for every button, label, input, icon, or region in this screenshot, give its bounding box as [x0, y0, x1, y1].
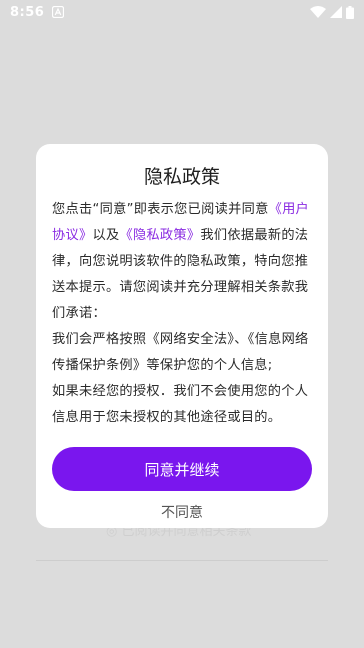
dialog-body: 您点击“同意”即表示您已阅读并同意《用户协议》以及《隐私政策》我们依据最新的法律… — [52, 197, 312, 431]
intro-text-1: 您点击“同意”即表示您已阅读并同意 — [52, 202, 269, 217]
status-time: 8:56 — [10, 4, 45, 20]
intro-paragraph: 您点击“同意”即表示您已阅读并同意《用户协议》以及《隐私政策》我们依据最新的法律… — [52, 197, 312, 327]
dialog-title: 隐私政策 — [143, 166, 220, 188]
commitment-2: 如果未经您的授权．我们不会使用您的个人信息用于您未授权的其他途径或目的。 — [52, 384, 309, 425]
wifi-icon — [310, 6, 326, 18]
status-bar: 8:56 — [0, 0, 364, 24]
intro-text-2: 以及 — [92, 228, 120, 243]
privacy-dialog: 隐私政策 您点击“同意”即表示您已阅读并同意《用户协议》以及《隐私政策》我们依据… — [36, 144, 328, 528]
commitment-1: 我们会严格按照《网络安全法》、《信息网络传播保护条例》等保护您的个人信息; — [52, 332, 309, 373]
battery-icon — [346, 5, 354, 19]
status-left: 8:56 — [10, 4, 65, 20]
privacy-policy-link[interactable]: 《隐私政策》 — [119, 228, 200, 243]
background-divider — [36, 560, 328, 561]
status-right — [310, 5, 354, 19]
a-icon — [52, 6, 65, 18]
agree-continue-button[interactable]: 同意并继续 — [52, 447, 312, 491]
signal-icon — [330, 6, 342, 18]
disagree-button[interactable]: 不同意 — [122, 499, 242, 525]
